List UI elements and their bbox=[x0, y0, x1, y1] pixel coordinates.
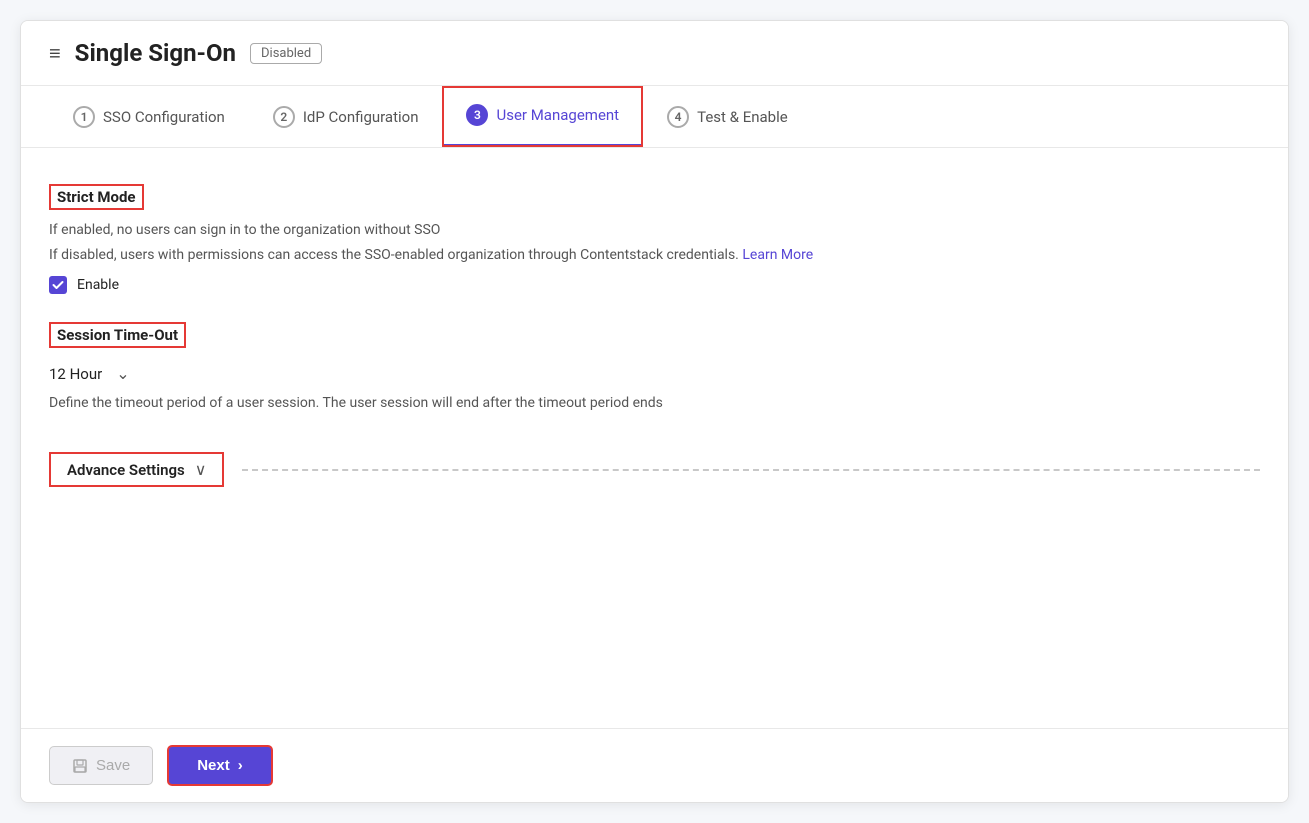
session-timeout-title: Session Time-Out bbox=[49, 322, 186, 348]
advance-divider bbox=[242, 469, 1260, 471]
footer: Save Next › bbox=[21, 728, 1288, 802]
step-label-3: User Management bbox=[496, 106, 619, 124]
enable-checkbox[interactable] bbox=[49, 276, 67, 294]
save-button[interactable]: Save bbox=[49, 746, 153, 785]
advance-settings-toggle[interactable]: Advance Settings ∨ bbox=[49, 452, 224, 487]
step-label-4: Test & Enable bbox=[697, 108, 788, 126]
step-num-1: 1 bbox=[73, 106, 95, 128]
timeout-dropdown[interactable]: 12 Hour ⌄ bbox=[49, 364, 1260, 383]
strict-mode-desc2: If disabled, users with permissions can … bbox=[49, 245, 1260, 266]
enable-checkbox-row: Enable bbox=[49, 276, 1260, 294]
advance-chevron-icon: ∨ bbox=[195, 460, 207, 479]
hamburger-icon[interactable]: ≡ bbox=[49, 41, 61, 66]
session-timeout-desc: Define the timeout period of a user sess… bbox=[49, 393, 1260, 414]
advance-settings-row: Advance Settings ∨ bbox=[49, 452, 1260, 487]
step-num-3: 3 bbox=[466, 104, 488, 126]
header: ≡ Single Sign-On Disabled bbox=[21, 21, 1288, 86]
tab-sso-configuration[interactable]: 1 SSO Configuration bbox=[49, 88, 249, 146]
timeout-value: 12 Hour bbox=[49, 365, 102, 383]
chevron-down-icon[interactable]: ⌄ bbox=[116, 364, 129, 383]
tab-user-management[interactable]: 3 User Management bbox=[442, 86, 643, 147]
checkmark-icon bbox=[52, 279, 64, 291]
step-num-4: 4 bbox=[667, 106, 689, 128]
status-badge: Disabled bbox=[250, 43, 322, 64]
page-title: Single Sign-On bbox=[75, 39, 236, 67]
step-label-1: SSO Configuration bbox=[103, 108, 225, 126]
main-window: ≡ Single Sign-On Disabled 1 SSO Configur… bbox=[20, 20, 1289, 803]
save-icon bbox=[72, 758, 88, 774]
session-timeout-section: Session Time-Out 12 Hour ⌄ Define the ti… bbox=[49, 322, 1260, 418]
strict-mode-desc1: If enabled, no users can sign in to the … bbox=[49, 220, 1260, 241]
content-area: Strict Mode If enabled, no users can sig… bbox=[21, 148, 1288, 728]
next-button[interactable]: Next › bbox=[167, 745, 273, 786]
learn-more-link[interactable]: Learn More bbox=[742, 247, 813, 263]
step-num-2: 2 bbox=[273, 106, 295, 128]
tab-idp-configuration[interactable]: 2 IdP Configuration bbox=[249, 88, 443, 146]
tab-test-enable[interactable]: 4 Test & Enable bbox=[643, 88, 812, 146]
advance-settings-label: Advance Settings bbox=[67, 461, 185, 479]
step-label-2: IdP Configuration bbox=[303, 108, 419, 126]
enable-label: Enable bbox=[77, 277, 119, 293]
strict-mode-title: Strict Mode bbox=[49, 184, 144, 210]
next-arrow-icon: › bbox=[238, 757, 243, 774]
strict-mode-section: Strict Mode If enabled, no users can sig… bbox=[49, 184, 1260, 294]
steps-bar: 1 SSO Configuration 2 IdP Configuration … bbox=[21, 86, 1288, 148]
